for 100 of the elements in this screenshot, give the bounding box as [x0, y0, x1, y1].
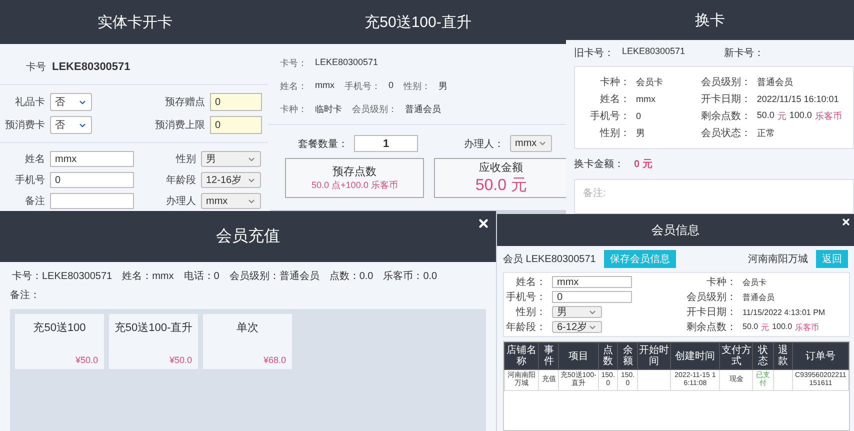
box-title: 预存点数 [332, 164, 377, 179]
info-value: 男 [438, 80, 448, 93]
info-label: 会员级别： [686, 291, 736, 304]
info-label: 开卡日期： [686, 306, 736, 319]
column-header: 店铺名称 [504, 342, 539, 370]
column-header: 事件 [538, 342, 559, 370]
info-value: 元 [761, 322, 770, 332]
dropdown[interactable]: 6-12岁 [552, 321, 602, 333]
info-label: 姓名： [280, 80, 307, 93]
column-header: 支付方式 [720, 342, 753, 370]
card-number: LEKE80300571 [52, 61, 130, 73]
dropdown[interactable]: 否 [50, 93, 92, 111]
info-label: 性别： [598, 126, 630, 140]
info-value: 男 [636, 126, 645, 140]
info-label: 新卡号： [724, 46, 764, 60]
info-value: 100.0 [789, 110, 812, 122]
window-title: 换卡 [695, 10, 725, 30]
info-label: 卡种： [599, 76, 630, 89]
info-label: 手机号： [589, 110, 630, 123]
info-label: 性别： [404, 80, 431, 93]
window-title: 充50送100-直升 [364, 12, 472, 32]
store-name: 河南南阳万城 [748, 252, 808, 266]
window-title: 会员充值 [216, 226, 280, 247]
info-label: 会员级别： [352, 103, 397, 116]
info-label: 会员级别： [700, 76, 751, 89]
field-label: 预消费上限 [154, 118, 205, 132]
amount-value: 50.0 元 [475, 176, 527, 196]
info-label: 剩余点数： [686, 320, 736, 334]
text-field[interactable]: mmx [552, 276, 632, 288]
info-text: 卡号：LEKE80300571 [12, 270, 112, 283]
column-header: 创建时间 [670, 342, 720, 370]
dropdown[interactable]: 否 [50, 116, 92, 134]
text-field[interactable]: 0 [50, 172, 134, 188]
info-value: 临时卡 [315, 103, 342, 116]
info-value: 乐客币 [814, 110, 842, 122]
field-label: 预消费卡 [4, 118, 45, 132]
info-label: 姓名： [599, 93, 630, 106]
info-value: 正常 [756, 126, 775, 140]
package-card[interactable]: 单次 ¥68.0 [203, 314, 292, 369]
column-header: 点数 [598, 342, 618, 370]
dropdown[interactable]: 男 [552, 306, 602, 318]
field-label: 性别 [174, 152, 196, 166]
info-text: 电话：0 [184, 270, 220, 283]
dropdown[interactable]: mmx [201, 193, 261, 209]
info-value: 0 [636, 111, 642, 121]
field-label: 姓名 [24, 153, 45, 166]
window-title: 会员信息 [652, 222, 700, 238]
text-field[interactable]: mmx [50, 151, 134, 167]
dropdown[interactable]: 男 [201, 151, 261, 167]
info-text: 会员级别：普通会员 [229, 270, 320, 283]
info-value: 会员卡 [636, 76, 663, 88]
info-label: 卡种： [280, 103, 307, 116]
field-label: 办理人 [165, 194, 196, 208]
package-card[interactable]: 充50送100 ¥50.0 [15, 314, 104, 369]
close-button[interactable] [477, 217, 490, 230]
info-value: 11/15/2022 4:13:01 PM [742, 308, 826, 316]
info-value: 元 [777, 110, 786, 122]
dropdown[interactable]: mmx [510, 135, 552, 152]
text-field[interactable]: 0 [552, 291, 632, 303]
field-label: 备注 [24, 194, 45, 208]
amount-value: 0 元 [634, 158, 652, 171]
field-label: 备注： [10, 288, 40, 302]
info-value: 50.0 [742, 322, 758, 332]
field-label: 手机号： [505, 290, 546, 304]
column-header: 状态 [752, 342, 774, 370]
info-value: 乐客币 [795, 322, 820, 332]
field-label: 姓名： [515, 276, 546, 289]
table-cell [773, 370, 793, 391]
column-header: 项目 [558, 342, 598, 370]
field-label: 换卡金额： [574, 158, 624, 171]
info-label: 会员状态： [700, 126, 751, 140]
info-value: 100.0 [772, 322, 792, 332]
info-label: 旧卡号： [574, 46, 614, 60]
package-card[interactable]: 充50送100-直升 ¥50.0 [109, 314, 198, 369]
text-field[interactable] [50, 193, 134, 209]
info-text: 姓名：mmx [122, 270, 174, 283]
close-button[interactable] [841, 217, 851, 227]
field-label: 套餐数量： [298, 138, 348, 150]
info-value: 普通会员 [742, 292, 774, 302]
info-value: 2022/11/15 16:10:01 [756, 94, 839, 104]
dropdown[interactable]: 12-16岁 [201, 172, 261, 188]
info-text: 点数：0.0 [329, 270, 374, 283]
field-label: 卡号 [26, 60, 46, 74]
info-value: 普通会员 [756, 76, 793, 88]
info-value: mmx [636, 94, 656, 104]
column-header: 订单号 [792, 342, 848, 370]
info-label: 剩余点数： [700, 110, 751, 123]
info-label: 卡号： [280, 57, 307, 70]
caret-icon [538, 139, 547, 148]
quantity-field[interactable]: 1 [354, 135, 418, 152]
info-text: 乐客币：0.0 [383, 270, 438, 283]
field-label: 年龄段： [505, 320, 546, 334]
info-value: LEKE80300571 [622, 46, 686, 58]
window-title: 实体卡开卡 [98, 12, 172, 32]
field-label: 预存赠点 [164, 96, 205, 109]
table-cell [638, 370, 671, 391]
number-field[interactable]: 0 [210, 93, 262, 111]
number-field[interactable]: 0 [210, 116, 262, 134]
field-label: 性别： [514, 306, 546, 319]
field-label: 礼品卡 [14, 96, 45, 109]
